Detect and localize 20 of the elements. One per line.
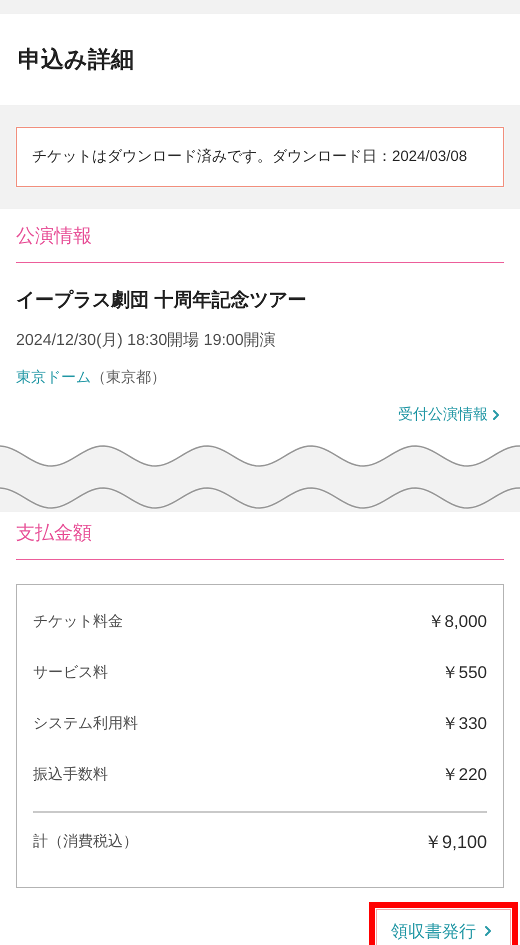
performance-datetime: 2024/12/30(月) 18:30開場 19:00開演 (16, 330, 277, 351)
performance-info-link[interactable]: 受付公演情報 (398, 404, 504, 426)
fee-label: サービス料 (33, 662, 108, 683)
section-heading: 支払金額 (16, 522, 93, 546)
fee-amount: ￥220 (442, 764, 487, 786)
total-label: 計（消費税込） (33, 832, 138, 852)
venue-area: （東京都） (91, 367, 166, 390)
fee-label: 振込手数料 (33, 764, 108, 785)
section-heading: 公演情報 (16, 225, 93, 249)
fee-label: システム利用料 (33, 714, 138, 734)
fee-amount: ￥330 (442, 713, 487, 736)
total-amount: ￥9,100 (424, 831, 487, 854)
performance-name: イープラス劇団 十周年記念ツアー (16, 288, 308, 312)
fee-amount: ￥550 (442, 662, 487, 684)
download-notice: チケットはダウンロード済みです。ダウンロード日：2024/03/08 (16, 127, 504, 187)
fee-amount: ￥8,000 (427, 611, 487, 634)
fee-label: チケット料金 (33, 612, 123, 632)
page-title: 申込み詳細 (18, 45, 134, 74)
receipt-button[interactable]: 領収書発行 (376, 908, 511, 945)
venue-link[interactable]: 東京ドーム (16, 367, 91, 390)
